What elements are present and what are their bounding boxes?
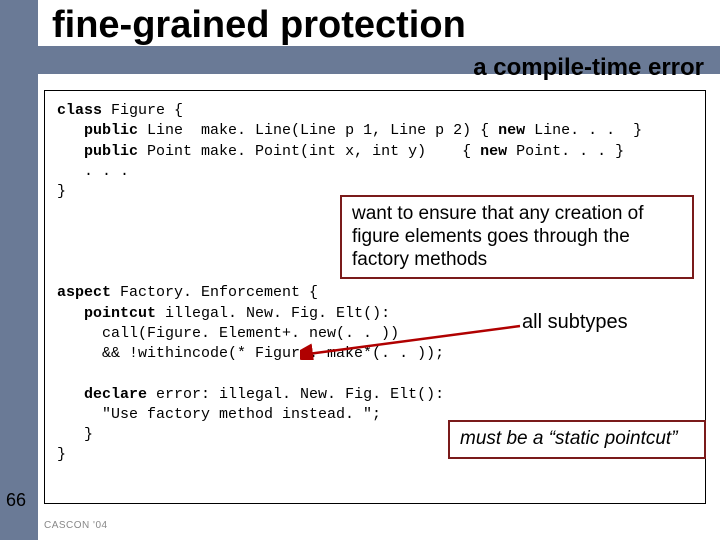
slide: fine-grained protection a compile-time e… — [0, 0, 720, 540]
kw-aspect: aspect — [57, 284, 111, 301]
label-all-subtypes: all subtypes — [522, 311, 628, 334]
kw-declare: declare — [57, 386, 147, 403]
kw-public: public — [57, 122, 138, 139]
code-text: illegal. New. Fig. Elt(): — [156, 305, 390, 322]
callout-factory-methods: want to ensure that any creation of figu… — [340, 195, 694, 279]
slide-title: fine-grained protection — [52, 4, 466, 47]
code-text: Line. . . } — [525, 122, 642, 139]
left-accent-bar — [0, 0, 38, 540]
code-text: } — [57, 446, 66, 463]
kw-pointcut: pointcut — [57, 305, 156, 322]
code-text: error: illegal. New. Fig. Elt(): — [147, 386, 444, 403]
footer-text: CASCON '04 — [44, 520, 108, 531]
code-text: && !withincode(* Figure. make*(. . )); — [57, 345, 444, 362]
code-text: Line make. Line(Line p 1, Line p 2) { — [138, 122, 498, 139]
code-text: Figure { — [102, 102, 183, 119]
slide-number: 66 — [6, 490, 26, 511]
kw-new: new — [480, 143, 507, 160]
code-text: } — [57, 426, 93, 443]
kw-public: public — [57, 143, 138, 160]
kw-class: class — [57, 102, 102, 119]
code-text: call(Figure. Element+. new(. . )) — [57, 325, 399, 342]
code-text: Point. . . } — [507, 143, 624, 160]
code-text: "Use factory method instead. "; — [57, 406, 381, 423]
code-text: Factory. Enforcement { — [111, 284, 318, 301]
kw-new: new — [498, 122, 525, 139]
slide-subtitle: a compile-time error — [473, 54, 704, 82]
code-text: } — [57, 183, 66, 200]
callout-static-pointcut: must be a “static pointcut” — [448, 420, 706, 459]
code-text: . . . — [57, 163, 129, 180]
code-text: Point make. Point(int x, int y) { — [138, 143, 480, 160]
